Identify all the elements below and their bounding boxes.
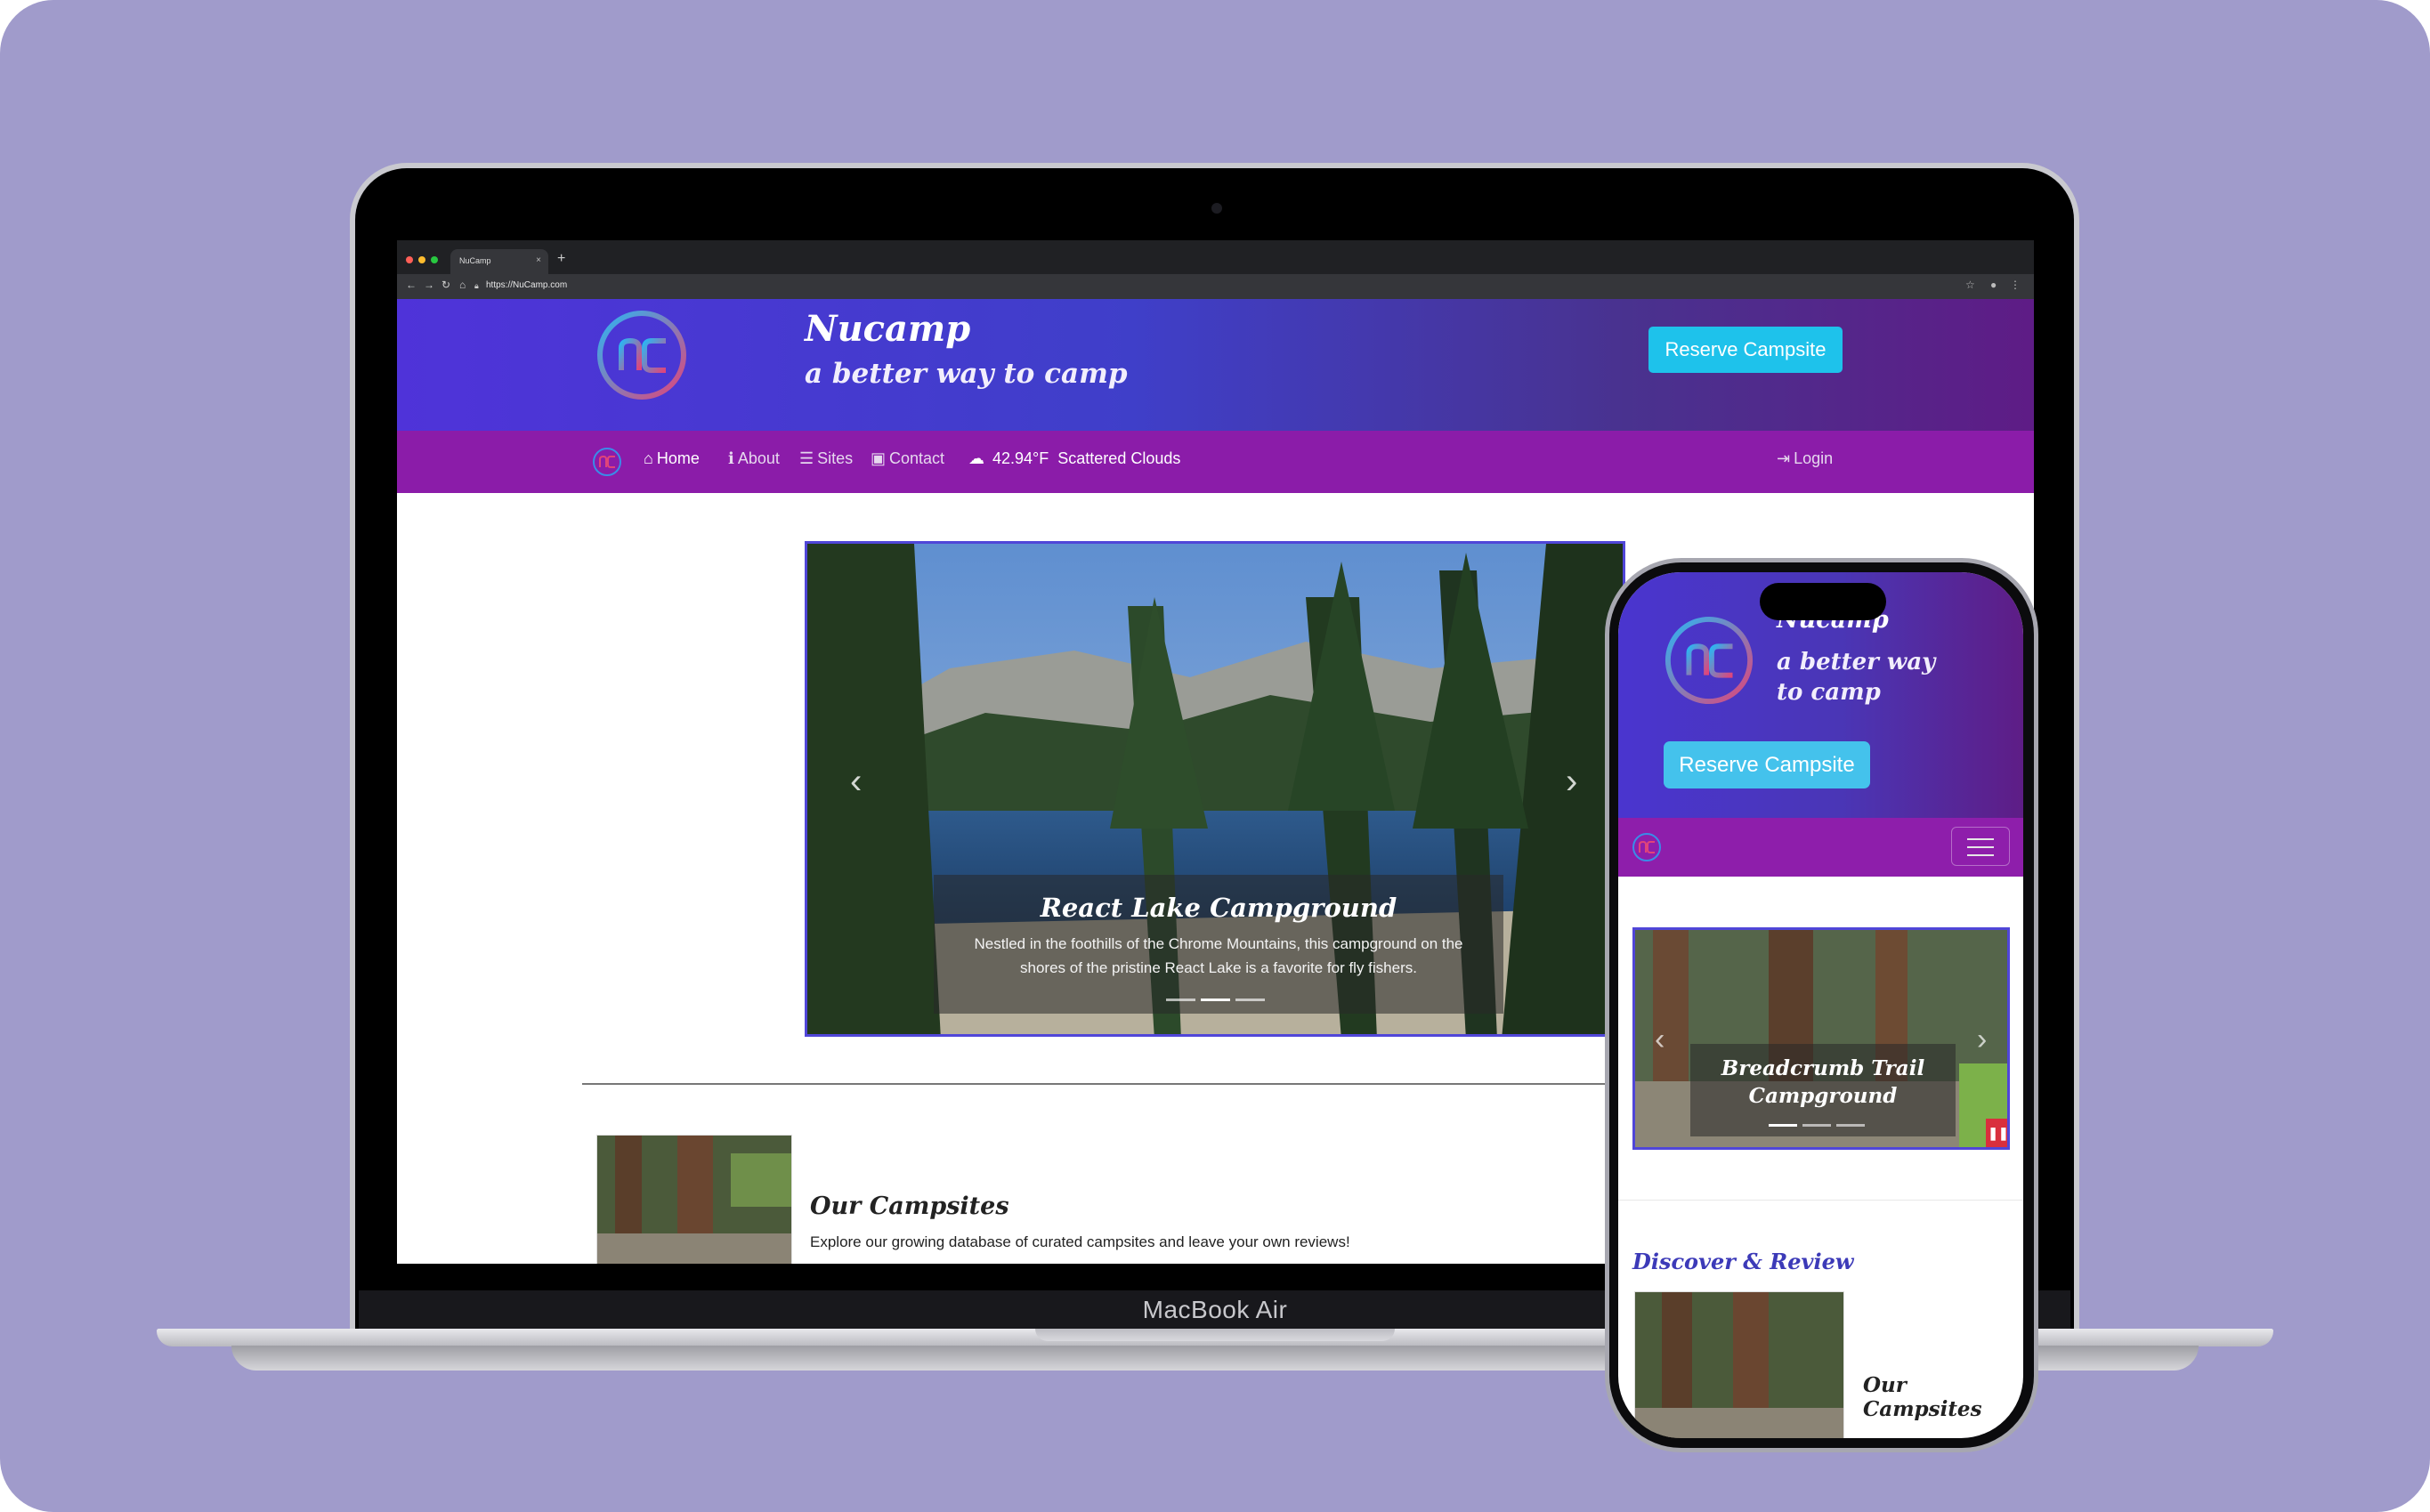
phone-brand-tagline: a better way to camp xyxy=(1777,649,1936,706)
carousel-prev-icon[interactable]: ‹ xyxy=(850,762,862,802)
carousel-caption: React Lake Campground Nestled in the foo… xyxy=(934,875,1503,1014)
nav-contact-label: Contact xyxy=(889,449,945,467)
weather-condition: Scattered Clouds xyxy=(1057,449,1181,467)
phone-carousel-next-icon[interactable]: › xyxy=(1977,1023,1987,1057)
address-card-icon: ▣ xyxy=(871,449,887,467)
forward-arrow-icon[interactable]: → xyxy=(424,279,434,291)
laptop-base-notch xyxy=(1035,1329,1395,1341)
phone-nucamp-logo-icon[interactable] xyxy=(1663,614,1755,707)
phone-carousel-prev-icon[interactable]: ‹ xyxy=(1655,1023,1665,1057)
laptop-camera xyxy=(1211,203,1222,214)
maximize-window-icon[interactable] xyxy=(431,256,438,263)
tab-close-icon[interactable]: × xyxy=(536,255,541,265)
nav-about-label: About xyxy=(737,449,780,467)
phone-campsites-card-image xyxy=(1634,1291,1844,1438)
brand-title: Nucamp xyxy=(805,308,971,350)
url-text[interactable]: https://NuCamp.com xyxy=(486,280,567,290)
browser-tab-title: NuCamp xyxy=(459,256,491,265)
login-link[interactable]: ⇥ Login xyxy=(1777,449,1833,468)
campground-carousel[interactable]: ‹ › React Lake Campground Nestled in the… xyxy=(805,541,1625,1037)
browser-tab[interactable]: NuCamp × xyxy=(450,249,548,274)
main-navbar: ⌂ Home ℹ About ☰ Sites ▣ Contact ☁ 42.94°F S… xyxy=(397,431,2034,493)
phone-navbar-logo-icon[interactable] xyxy=(1631,831,1663,863)
reload-icon[interactable]: ↻ xyxy=(441,279,450,291)
phone-carousel-indicator[interactable] xyxy=(1802,1124,1831,1127)
nav-sites[interactable]: ☰ Sites xyxy=(799,449,853,468)
carousel-caption-title: React Lake Campground xyxy=(1040,893,1397,923)
phone-screen: Nucamp a better way to camp Reserve Camp… xyxy=(1618,572,2023,1438)
campsites-card-text: Explore our growing database of curated … xyxy=(810,1233,1350,1250)
navbar-logo-icon[interactable] xyxy=(591,446,623,478)
cloud-icon: ☁ xyxy=(968,449,984,467)
phone-carousel-pause-button[interactable]: ❚❚ xyxy=(1986,1119,2007,1147)
carousel-next-icon[interactable]: › xyxy=(1566,762,1577,802)
campsites-card-title: Our Campsites xyxy=(810,1193,1009,1220)
close-window-icon[interactable] xyxy=(406,256,413,263)
nav-home[interactable]: ⌂ Home xyxy=(644,449,700,468)
phone-section-heading: Discover & Review xyxy=(1632,1249,1854,1274)
browser-address-bar: ← → ↻ ⌂ 🔒︎ https://NuCamp.com ☆ ● ⋮ xyxy=(397,274,2034,299)
nucamp-logo-icon[interactable] xyxy=(595,308,689,402)
list-icon: ☰ xyxy=(799,449,814,467)
phone-carousel-caption: Breadcrumb Trail Campground xyxy=(1690,1044,1956,1136)
browser-tab-bar: NuCamp × + xyxy=(397,240,2034,274)
carousel-caption-text: Nestled in the foothills of the Chrome M… xyxy=(974,935,1463,976)
browser-menu-icon[interactable]: ⋮ xyxy=(2010,279,2021,291)
nav-home-label: Home xyxy=(656,449,700,467)
reserve-campsite-button[interactable]: Reserve Campsite xyxy=(1648,327,1843,373)
hamburger-menu-icon[interactable] xyxy=(1951,827,2010,866)
phone-navbar xyxy=(1618,818,2023,877)
profile-icon[interactable]: ● xyxy=(1990,279,1997,291)
info-icon: ℹ xyxy=(728,449,734,467)
nav-sites-label: Sites xyxy=(817,449,854,467)
new-tab-button[interactable]: + xyxy=(557,251,565,267)
lock-icon: 🔒︎ xyxy=(474,281,479,290)
phone-campsites-card-title: Our Campsites xyxy=(1863,1373,1982,1421)
phone-campground-carousel[interactable]: ‹ › Breadcrumb Trail Campground ❚❚ xyxy=(1632,927,2010,1150)
carousel-indicator[interactable] xyxy=(1235,999,1265,1001)
campsites-card-image xyxy=(596,1135,792,1264)
weather-widget: ☁ 42.94°F Scattered Clouds xyxy=(968,449,1180,468)
sign-in-icon: ⇥ xyxy=(1777,449,1791,467)
phone-carousel-indicator-active[interactable] xyxy=(1769,1124,1797,1127)
site-header: Nucamp a better way to camp Reserve Camp… xyxy=(397,299,2034,431)
phone-carousel-indicator[interactable] xyxy=(1836,1124,1865,1127)
home-icon: ⌂ xyxy=(644,449,653,467)
section-divider xyxy=(582,1083,1686,1085)
weather-temperature: 42.94°F xyxy=(992,449,1049,467)
minimize-window-icon[interactable] xyxy=(418,256,425,263)
bookmark-star-icon[interactable]: ☆ xyxy=(1965,279,1975,291)
phone-section-divider xyxy=(1618,1200,2023,1201)
showcase-background: NuCamp × + ← → ↻ ⌂ 🔒︎ https://NuCamp.com… xyxy=(0,0,2430,1512)
nav-about[interactable]: ℹ About xyxy=(728,449,780,468)
login-label: Login xyxy=(1794,449,1834,467)
nav-contact[interactable]: ▣ Contact xyxy=(871,449,944,468)
phone-reserve-campsite-button[interactable]: Reserve Campsite xyxy=(1664,741,1870,788)
back-arrow-icon[interactable]: ← xyxy=(406,279,417,291)
carousel-indicator[interactable] xyxy=(1166,999,1195,1001)
dynamic-island xyxy=(1760,583,1886,620)
home-browser-icon[interactable]: ⌂ xyxy=(459,279,466,291)
laptop-model-label: MacBook Air xyxy=(1142,1296,1288,1323)
phone-carousel-caption-title: Breadcrumb Trail Campground xyxy=(1721,1056,1925,1108)
brand-tagline: a better way to camp xyxy=(805,358,1128,390)
carousel-indicator-active[interactable] xyxy=(1201,999,1230,1001)
